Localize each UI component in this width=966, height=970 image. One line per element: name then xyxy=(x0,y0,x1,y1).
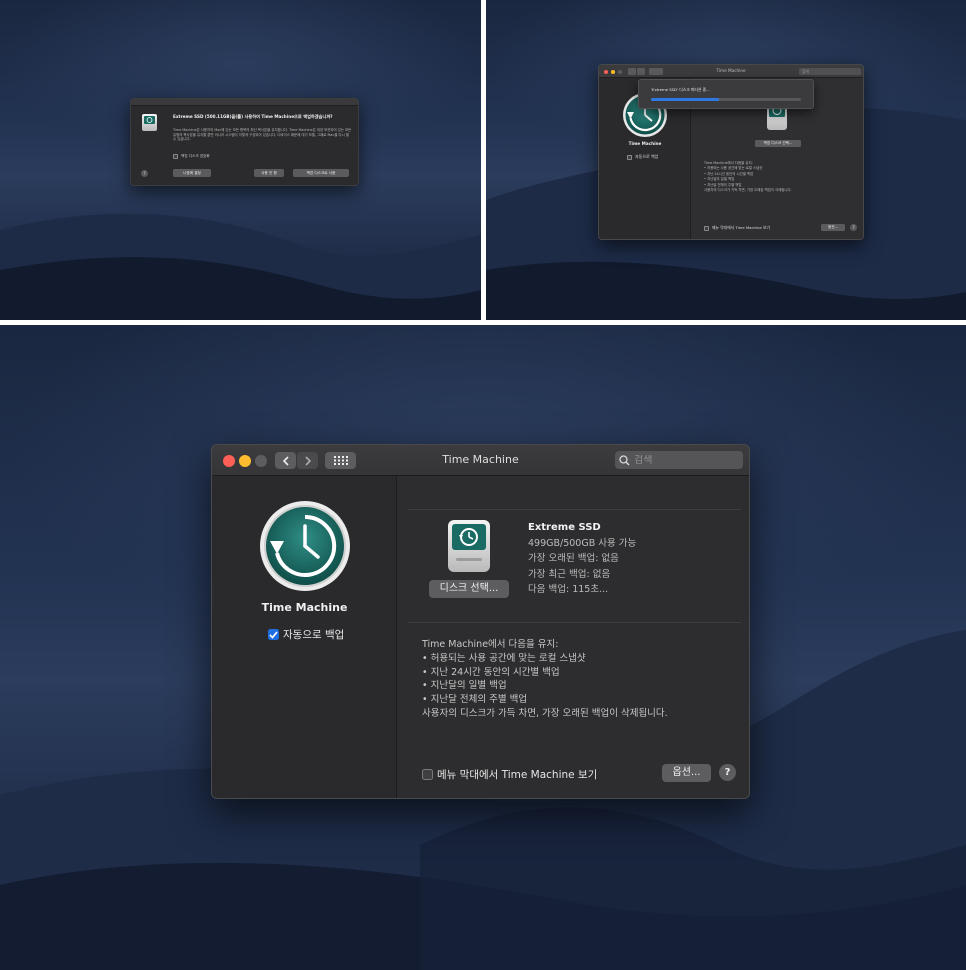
keep-item-text: 지난달의 일별 백업 xyxy=(430,680,507,692)
encrypt-checkbox[interactable] xyxy=(173,154,178,159)
keep-item: • 지난달의 일별 백업 xyxy=(422,680,507,692)
oldest-backup: 가장 오래된 백업: 없음 xyxy=(528,553,619,565)
checkmark-icon xyxy=(269,630,278,639)
mini-select-disk-button[interactable]: 백업 디스크 선택... xyxy=(755,140,801,147)
search-icon xyxy=(619,454,630,465)
menubar-checkbox-row[interactable]: 메뉴 막대에서 Time Machine 보기 xyxy=(422,767,597,782)
mini-auto-backup-row[interactable]: 자동으로 백업 xyxy=(627,154,658,160)
mini-help-button[interactable]: ? xyxy=(850,224,857,231)
help-button[interactable]: ? xyxy=(719,764,736,781)
mini-search-field[interactable]: 검색 xyxy=(799,68,861,75)
select-disk-button[interactable]: 디스크 선택... xyxy=(429,580,509,598)
screenshot-panel-partitioning: Time Machine 검색 Time Machine 자동으로 백업 백업 xyxy=(486,0,966,320)
mini-menubar-checkbox[interactable] xyxy=(704,225,709,231)
partition-progress-sheet: 'Extreme SSD' 디스크 파티션 중... xyxy=(638,79,814,109)
keep-item: • 지난 24시간 동안의 시간별 백업 xyxy=(422,666,560,678)
time-machine-preferences-window: Time Machine Time Machine xyxy=(211,444,750,799)
external-disk-icon xyxy=(448,520,490,572)
keep-item-text: 지난 24시간 동안의 시간별 백업 xyxy=(430,666,560,678)
screenshot-panel-dialog: Extreme SSD (500.11GB)을(를) 사용하여 Time Mac… xyxy=(0,0,481,320)
mini-search-placeholder: 검색 xyxy=(802,69,809,74)
external-disk-icon xyxy=(142,114,157,131)
backup-confirm-dialog: Extreme SSD (500.11GB)을(를) 사용하여 Time Mac… xyxy=(130,98,359,186)
dialog-titlebar xyxy=(131,99,358,106)
next-backup: 다음 백업: 115초... xyxy=(528,584,609,596)
auto-backup-label: 자동으로 백업 xyxy=(283,629,345,641)
keep-heading: Time Machine에서 다음을 유지: xyxy=(422,639,559,650)
partition-progress-text: 'Extreme SSD' 디스크 파티션 중... xyxy=(651,87,710,92)
menubar-checkbox[interactable] xyxy=(422,769,433,780)
main-content: 디스크 선택... Extreme SSD 499GB/500GB 사용 가능 … xyxy=(398,476,749,798)
latest-backup: 가장 최근 백업: 없음 xyxy=(528,568,611,580)
search-field[interactable] xyxy=(615,451,743,469)
window-titlebar: Time Machine xyxy=(212,445,749,476)
mini-info-line: 사용자의 디스크가 가득 차면, 가장 오래된 백업이 삭제됩니다. xyxy=(704,188,792,193)
dont-use-button[interactable]: 사용 안 함 xyxy=(254,169,284,177)
dialog-body: Time Machine은 사용자의 Mac에 있는 모든 항목의 최신 복사본… xyxy=(173,128,352,141)
keep-item: • 지난달 전체의 주별 백업 xyxy=(422,694,528,706)
dialog-title: Extreme SSD (500.11GB)을(를) 사용하여 Time Mac… xyxy=(173,114,333,119)
mini-auto-backup-checkbox[interactable] xyxy=(627,154,632,160)
partition-progress-fill xyxy=(651,98,719,101)
mini-options-button[interactable]: 옵션... xyxy=(821,224,845,231)
mini-menubar-row[interactable]: 메뉴 막대에서 Time Machine 보기 xyxy=(704,225,770,231)
menubar-checkbox-label: 메뉴 막대에서 Time Machine 보기 xyxy=(437,769,598,781)
dialog-help-button[interactable]: ? xyxy=(141,170,148,177)
disk-name: Extreme SSD xyxy=(528,522,601,533)
mini-app-label: Time Machine xyxy=(628,141,662,146)
disk-capacity: 499GB/500GB 사용 가능 xyxy=(528,537,637,549)
separator xyxy=(408,509,741,510)
mini-auto-backup-label: 자동으로 백업 xyxy=(635,154,659,159)
time-machine-logo-icon xyxy=(260,501,350,591)
encrypt-checkbox-row[interactable]: 백업 디스크 암호화 xyxy=(173,154,210,159)
keep-item-text: 지난달 전체의 주별 백업 xyxy=(430,694,528,706)
use-backup-disk-button[interactable]: 백업 디스크로 사용 xyxy=(293,169,349,177)
options-button[interactable]: 옵션... xyxy=(662,764,711,782)
sidebar: Time Machine 자동으로 백업 xyxy=(212,476,397,798)
encrypt-checkbox-label: 백업 디스크 암호화 xyxy=(181,154,210,158)
mini-keep-info: Time Machine에서 다음을 유지: • 허용되는 사용 공간에 맞는 … xyxy=(704,161,854,193)
auto-backup-checkbox[interactable] xyxy=(268,629,279,640)
mini-titlebar: Time Machine 검색 xyxy=(599,65,863,78)
search-input[interactable] xyxy=(634,454,734,466)
disk-info: Extreme SSD 499GB/500GB 사용 가능 가장 오래된 백업:… xyxy=(528,520,636,598)
screenshot-panel-main: Time Machine Time Machine xyxy=(0,325,966,970)
partition-progress-bar xyxy=(651,98,801,101)
separator xyxy=(408,622,741,623)
keep-footer: 사용자의 디스크가 가득 차면, 가장 오래된 백업이 삭제됩니다. xyxy=(422,707,668,719)
keep-item: • 허용되는 사용 공간에 맞는 로컬 스냅샷 xyxy=(422,652,586,664)
mini-menubar-label: 메뉴 막대에서 Time Machine 보기 xyxy=(712,225,770,230)
decide-later-button[interactable]: 나중에 결정 xyxy=(173,169,211,177)
keep-info: Time Machine에서 다음을 유지: • 허용되는 사용 공간에 맞는 … xyxy=(422,638,668,721)
auto-backup-row[interactable]: 자동으로 백업 xyxy=(268,627,344,642)
keep-item-text: 허용되는 사용 공간에 맞는 로컬 스냅샷 xyxy=(430,652,586,664)
app-label: Time Machine xyxy=(261,601,348,614)
